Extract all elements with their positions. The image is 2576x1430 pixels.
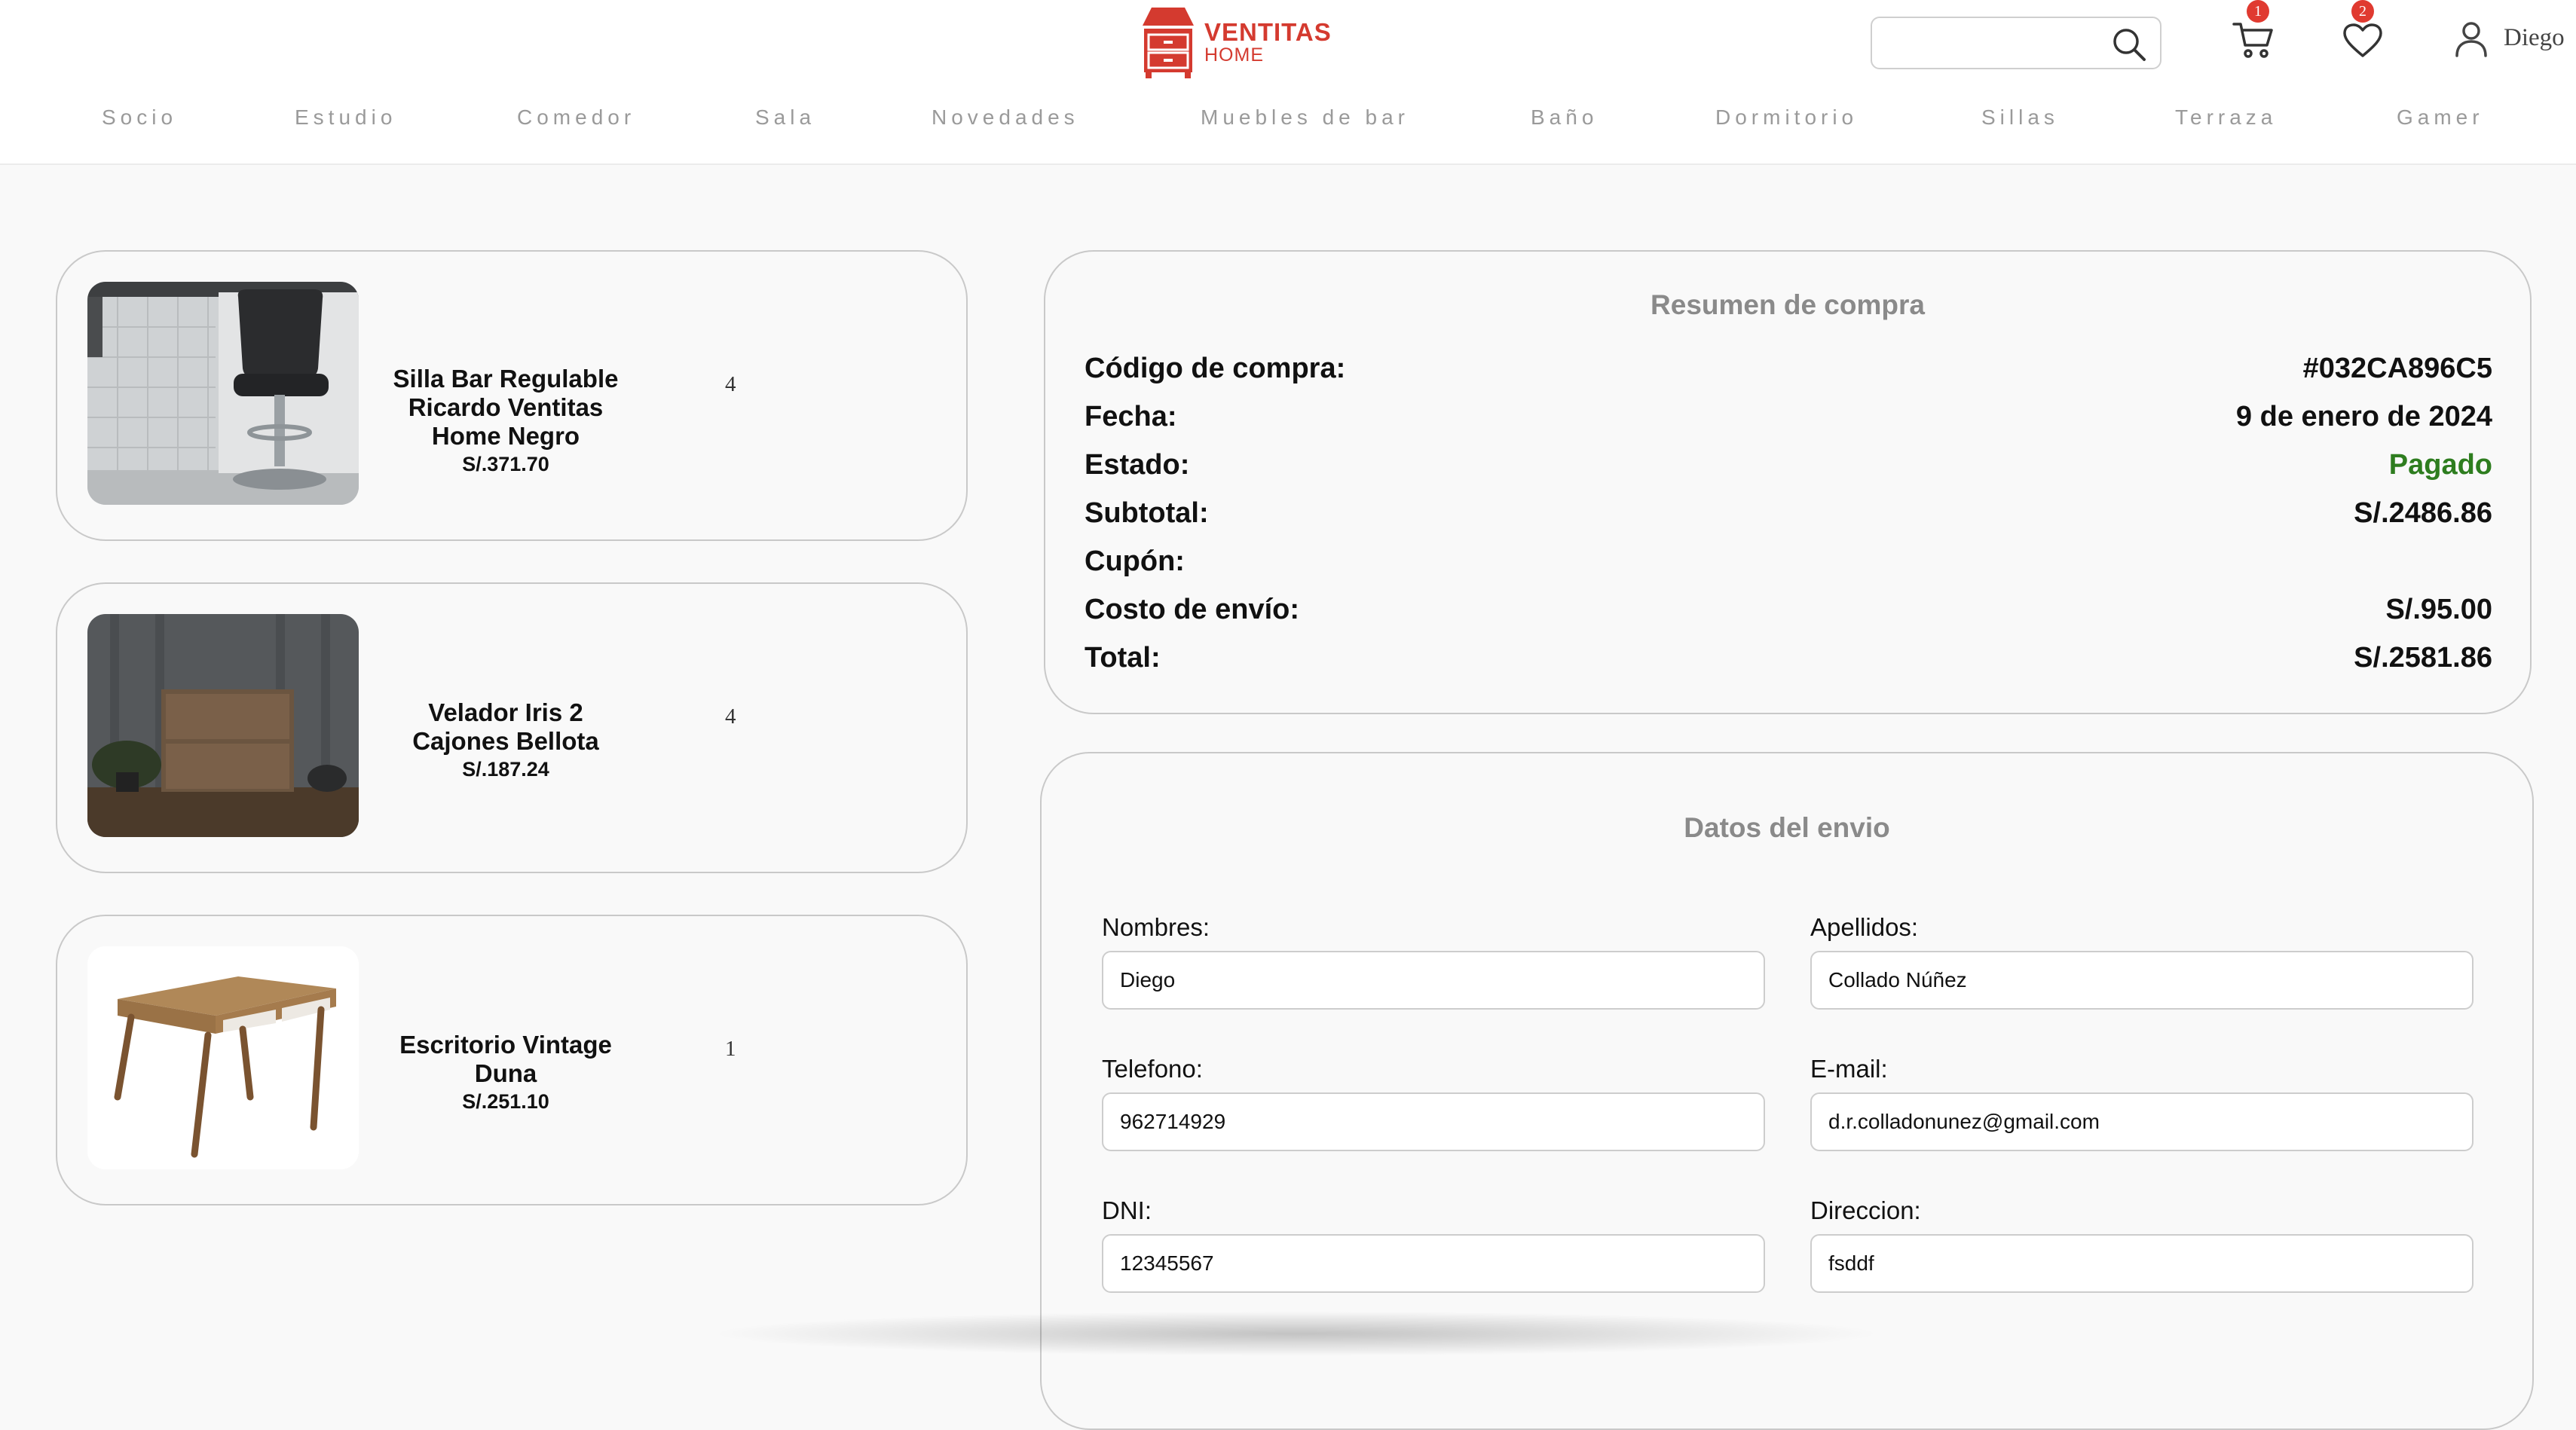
search-box [1871,17,2161,69]
category-nav: Socio Estudio Comedor Sala Novedades Mue… [0,105,2576,143]
brand-subname: HOME [1204,44,1264,66]
cart-item-card: Silla Bar Regulable Ricardo Ventitas Hom… [56,250,968,541]
nav-item-comedor[interactable]: Comedor [517,105,635,130]
user-icon [2455,22,2487,57]
summary-value: 9 de enero de 2024 [2235,401,2492,432]
address-field[interactable]: fsddf [1810,1234,2474,1293]
cart-button[interactable]: 1 [2232,0,2275,64]
heart-icon [2343,23,2382,57]
address-label: Direccion: [1810,1196,1921,1224]
product-price: S/.187.24 [462,758,549,781]
product-image-nightstand[interactable] [87,614,359,837]
product-info: Silla Bar Regulable Ricardo Ventitas Hom… [381,365,630,476]
summary-row-coupon: Cupón: [1085,545,2492,583]
summary-row-shipping-cost: Costo de envío: S/.95.00 [1085,594,2492,631]
summary-value: #032CA896C5 [2302,353,2492,384]
phone-label: Telefono: [1102,1055,1203,1083]
product-name[interactable]: Velador Iris 2 Cajones Bellota [381,698,630,756]
summary-label: Cupón: [1085,545,1185,577]
wishlist-count-badge: 2 [2351,0,2374,23]
summary-row-total: Total: S/.2581.86 [1085,642,2492,680]
product-quantity: 1 [725,1037,736,1061]
wishlist-button[interactable]: 2 [2342,0,2383,63]
cart-icon [2232,23,2273,58]
product-image-desk[interactable] [87,946,359,1169]
brand-logo[interactable]: VENTITAS HOME [1141,6,1332,78]
product-name[interactable]: Escritorio Vintage Duna [381,1031,630,1088]
summary-label: Total: [1085,642,1161,674]
nav-item-bano[interactable]: Baño [1531,105,1598,130]
email-label: E-mail: [1810,1055,1888,1083]
product-image-bar-stool[interactable] [87,282,359,505]
product-price: S/.371.70 [462,453,549,475]
product-name[interactable]: Silla Bar Regulable Ricardo Ventitas Hom… [381,365,630,451]
nav-item-socio[interactable]: Socio [102,105,177,130]
nav-item-sala[interactable]: Sala [755,105,815,130]
nav-item-terraza[interactable]: Terraza [2175,105,2277,130]
summary-row-subtotal: Subtotal: S/.2486.86 [1085,497,2492,535]
summary-label: Costo de envío: [1085,594,1300,625]
nav-item-sillas[interactable]: Sillas [1981,105,2059,130]
summary-value: S/.2581.86 [2354,642,2492,674]
last-name-field[interactable]: Collado Núñez [1810,951,2474,1010]
cart-item-card: Velador Iris 2 Cajones Bellota S/.187.24… [56,582,968,873]
logo-furniture-icon [1143,8,1194,78]
nav-item-novedades[interactable]: Novedades [932,105,1079,130]
summary-row-date: Fecha: 9 de enero de 2024 [1085,401,2492,438]
nav-item-dormitorio[interactable]: Dormitorio [1715,105,1858,130]
shipping-title: Datos del envio [1684,812,1890,843]
summary-title: Resumen de compra [1651,289,1925,320]
nav-item-estudio[interactable]: Estudio [295,105,396,130]
status-badge: Pagado [2388,449,2492,481]
user-account-button[interactable] [2454,21,2489,61]
cart-count-badge: 1 [2247,0,2269,23]
site-header: VENTITAS HOME 1 2 Diego Socio Estudio Co… [0,0,2576,165]
scroll-shadow [708,1311,1884,1356]
search-icon[interactable] [2112,27,2146,66]
user-name[interactable]: Diego [2504,24,2565,52]
dni-field[interactable]: 12345567 [1102,1234,1765,1293]
summary-value: S/.95.00 [2385,594,2492,625]
summary-row-status: Estado: Pagado [1085,449,2492,487]
summary-label: Subtotal: [1085,497,1209,529]
product-quantity: 4 [725,704,736,729]
last-name-label: Apellidos: [1810,913,1919,941]
brand-name: VENTITAS [1204,18,1332,46]
summary-value: S/.2486.86 [2354,497,2492,529]
product-info: Escritorio Vintage Duna S/.251.10 [381,1031,630,1114]
nav-item-muebles-de-bar[interactable]: Muebles de bar [1201,105,1409,130]
summary-label: Fecha: [1085,401,1177,432]
phone-field[interactable]: 962714929 [1102,1092,1765,1151]
summary-label: Código de compra: [1085,353,1346,384]
product-info: Velador Iris 2 Cajones Bellota S/.187.24 [381,698,630,781]
product-quantity: 4 [725,372,736,396]
summary-row-code: Código de compra: #032CA896C5 [1085,353,2492,390]
email-field[interactable]: d.r.colladonunez@gmail.com [1810,1092,2474,1151]
search-input[interactable] [1884,27,2106,62]
summary-label: Estado: [1085,449,1190,481]
purchase-summary-panel: Resumen de compra Código de compra: #032… [1044,250,2532,714]
dni-label: DNI: [1102,1196,1152,1224]
nav-item-gamer[interactable]: Gamer [2397,105,2484,130]
cart-item-card: Escritorio Vintage Duna S/.251.10 1 [56,915,968,1205]
first-name-label: Nombres: [1102,913,1210,941]
product-price: S/.251.10 [462,1090,549,1113]
first-name-field[interactable]: Diego [1102,951,1765,1010]
